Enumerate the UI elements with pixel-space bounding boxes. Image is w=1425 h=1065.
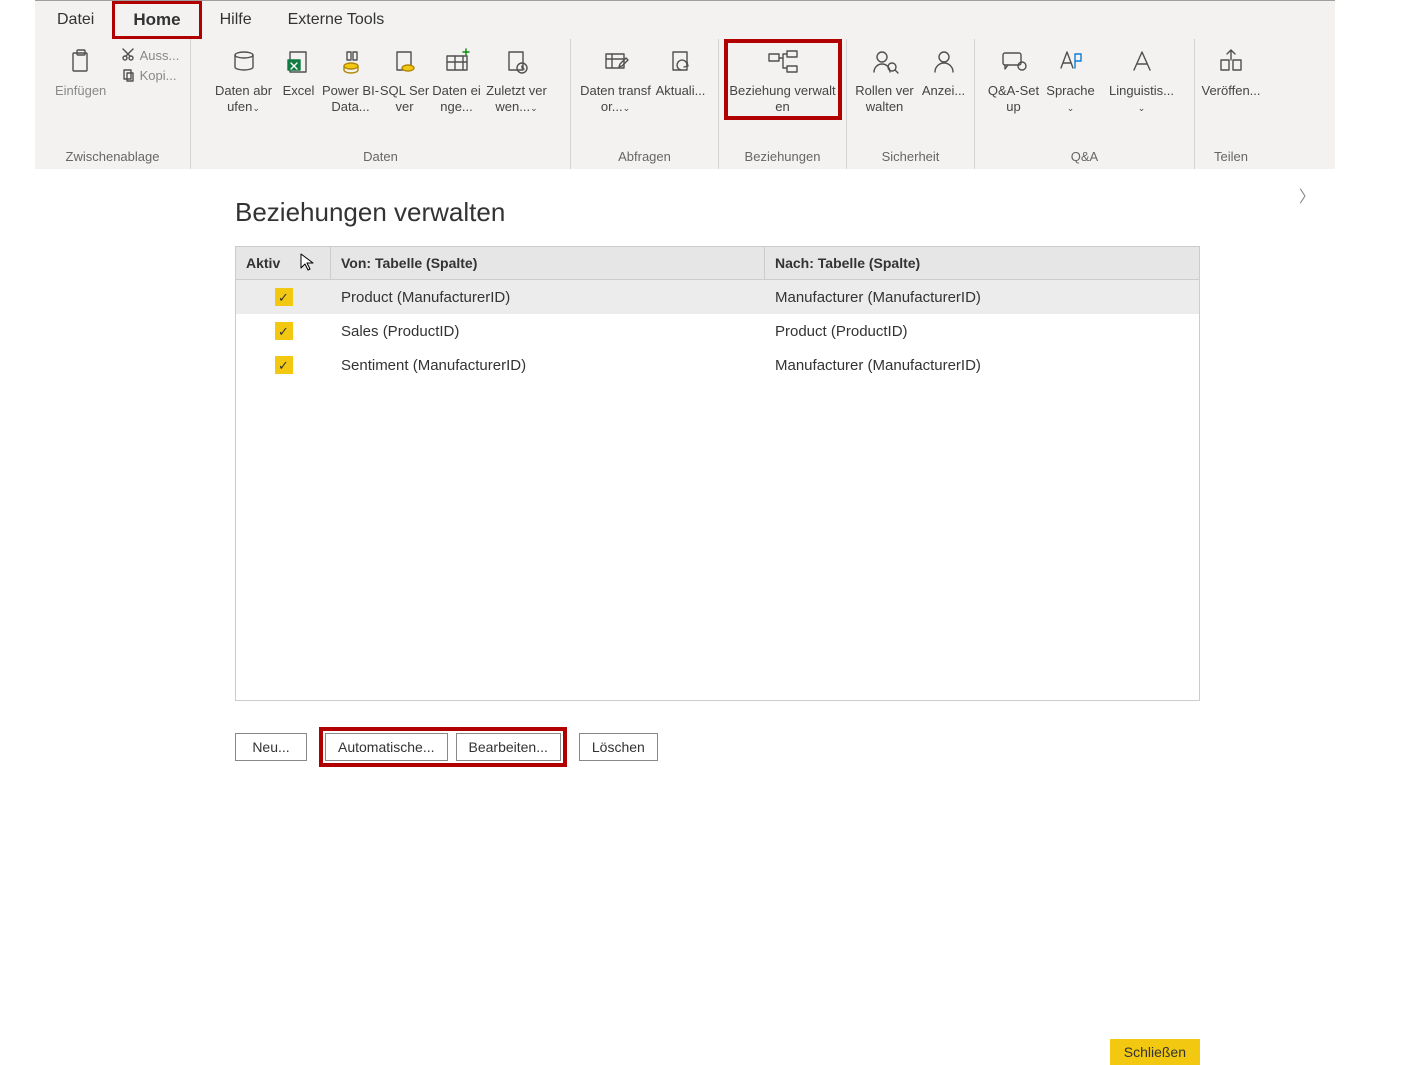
letter-a-icon — [1125, 45, 1159, 79]
ribbon-tabs: Datei Home Hilfe Externe Tools — [35, 1, 1335, 39]
to-cell: Manufacturer (ManufacturerID) — [765, 289, 1199, 306]
ribbon: Datei Home Hilfe Externe Tools Einfügen — [35, 0, 1335, 169]
manage-relationships-button[interactable]: Beziehung verwalten — [724, 39, 842, 120]
clipboard-icon — [64, 45, 98, 79]
col-to[interactable]: Nach: Tabelle (Spalte) — [765, 247, 1199, 279]
edit-button[interactable]: Bearbeiten... — [456, 733, 561, 761]
get-data-button[interactable]: Daten abrufen⌄ — [212, 43, 276, 116]
dialog-buttons: Neu... Automatische... Bearbeiten... Lös… — [235, 727, 1335, 767]
sql-server-icon — [388, 45, 422, 79]
active-checkbox[interactable]: ✓ — [236, 288, 331, 306]
to-cell: Product (ProductID) — [765, 323, 1199, 340]
cut-button[interactable]: Auss... — [120, 47, 180, 63]
group-label-qa: Q&A — [975, 146, 1194, 169]
chat-gear-icon — [997, 45, 1031, 79]
tab-hilfe[interactable]: Hilfe — [202, 5, 270, 35]
group-share: Veröffen... Teilen — [1195, 39, 1267, 169]
table-plus-icon — [440, 45, 474, 79]
table-row[interactable]: ✓Sentiment (ManufacturerID)Manufacturer … — [236, 348, 1199, 382]
tab-externe-tools[interactable]: Externe Tools — [270, 5, 403, 35]
user-icon — [927, 45, 961, 79]
delete-button[interactable]: Löschen — [579, 733, 658, 761]
col-active[interactable]: Aktiv — [236, 247, 331, 279]
database-arrow-icon — [227, 45, 261, 79]
group-label-data: Daten — [191, 146, 570, 169]
publish-icon — [1214, 45, 1248, 79]
publish-button[interactable]: Veröffen... — [1199, 43, 1263, 99]
copy-icon — [120, 67, 136, 83]
table-row[interactable]: ✓Product (ManufacturerID)Manufacturer (M… — [236, 280, 1199, 314]
group-label-security: Sicherheit — [847, 146, 974, 169]
user-search-icon — [868, 45, 902, 79]
group-label-clipboard: Zwischenablage — [35, 146, 190, 169]
group-qa: Q&A-Setup Sprache⌄ Linguistis...⌄ Q&A — [975, 39, 1195, 169]
from-cell: Sentiment (ManufacturerID) — [331, 357, 765, 374]
from-cell: Product (ManufacturerID) — [331, 289, 765, 306]
file-clock-icon — [500, 45, 534, 79]
tab-datei[interactable]: Datei — [39, 5, 112, 35]
active-checkbox[interactable]: ✓ — [236, 322, 331, 340]
group-security: Rollen verwalten Anzei... Sicherheit — [847, 39, 975, 169]
relationships-table: Aktiv Von: Tabelle (Spalte) Nach: Tabell… — [235, 246, 1200, 701]
scissors-icon — [120, 47, 136, 63]
paste-button[interactable]: Einfügen — [46, 43, 116, 99]
from-cell: Sales (ProductID) — [331, 323, 765, 340]
file-refresh-icon — [664, 45, 698, 79]
auto-detect-button[interactable]: Automatische... — [325, 733, 448, 761]
language-icon — [1054, 45, 1088, 79]
active-checkbox[interactable]: ✓ — [236, 356, 331, 374]
table-edit-icon — [599, 45, 633, 79]
linguistics-button[interactable]: Linguistis...⌄ — [1102, 43, 1182, 116]
col-from[interactable]: Von: Tabelle (Spalte) — [331, 247, 765, 279]
group-data: Daten abrufen⌄ Excel Power BI-Data... — [191, 39, 571, 169]
powerbi-dataset-icon — [334, 45, 368, 79]
dialog-title: Beziehungen verwalten — [35, 169, 1335, 246]
group-relationships: Beziehung verwalten Beziehungen — [719, 39, 847, 169]
relationships-icon — [766, 45, 800, 79]
ribbon-body: Einfügen Auss... Kopi... — [35, 39, 1335, 169]
highlighted-button-group: Automatische... Bearbeiten... — [319, 727, 567, 767]
refresh-button[interactable]: Aktuali... — [652, 43, 710, 99]
sql-button[interactable]: SQL Server — [380, 43, 430, 116]
collapse-ribbon-button[interactable]: 〉 — [1299, 183, 1315, 207]
table-body: ✓Product (ManufacturerID)Manufacturer (M… — [236, 280, 1199, 700]
powerbi-button[interactable]: Power BI-Data... — [322, 43, 380, 116]
group-queries: Daten transfor...⌄ Aktuali... Abfragen — [571, 39, 719, 169]
group-label-queries: Abfragen — [571, 146, 718, 169]
to-cell: Manufacturer (ManufacturerID) — [765, 357, 1199, 374]
transform-button[interactable]: Daten transfor...⌄ — [580, 43, 652, 116]
table-header: Aktiv Von: Tabelle (Spalte) Nach: Tabell… — [236, 247, 1199, 280]
new-button[interactable]: Neu... — [235, 733, 307, 761]
enter-data-button[interactable]: Daten einge... — [430, 43, 484, 116]
excel-button[interactable]: Excel — [276, 43, 322, 99]
group-clipboard: Einfügen Auss... Kopi... — [35, 39, 191, 169]
manage-roles-button[interactable]: Rollen verwalten — [852, 43, 918, 116]
qa-setup-button[interactable]: Q&A-Setup — [988, 43, 1040, 116]
dialog-area: 〉 Beziehungen verwalten Aktiv Von: Tabel… — [35, 169, 1335, 767]
copy-button[interactable]: Kopi... — [120, 67, 180, 83]
excel-icon — [282, 45, 316, 79]
tab-home[interactable]: Home — [112, 1, 201, 39]
group-label-relationships: Beziehungen — [719, 146, 846, 169]
close-button[interactable]: Schließen — [1110, 1039, 1200, 1065]
language-button[interactable]: Sprache⌄ — [1040, 43, 1102, 116]
group-label-share: Teilen — [1195, 146, 1267, 169]
view-as-button[interactable]: Anzei... — [918, 43, 970, 99]
table-row[interactable]: ✓Sales (ProductID)Product (ProductID) — [236, 314, 1199, 348]
recent-button[interactable]: Zuletzt verwen...⌄ — [484, 43, 550, 116]
